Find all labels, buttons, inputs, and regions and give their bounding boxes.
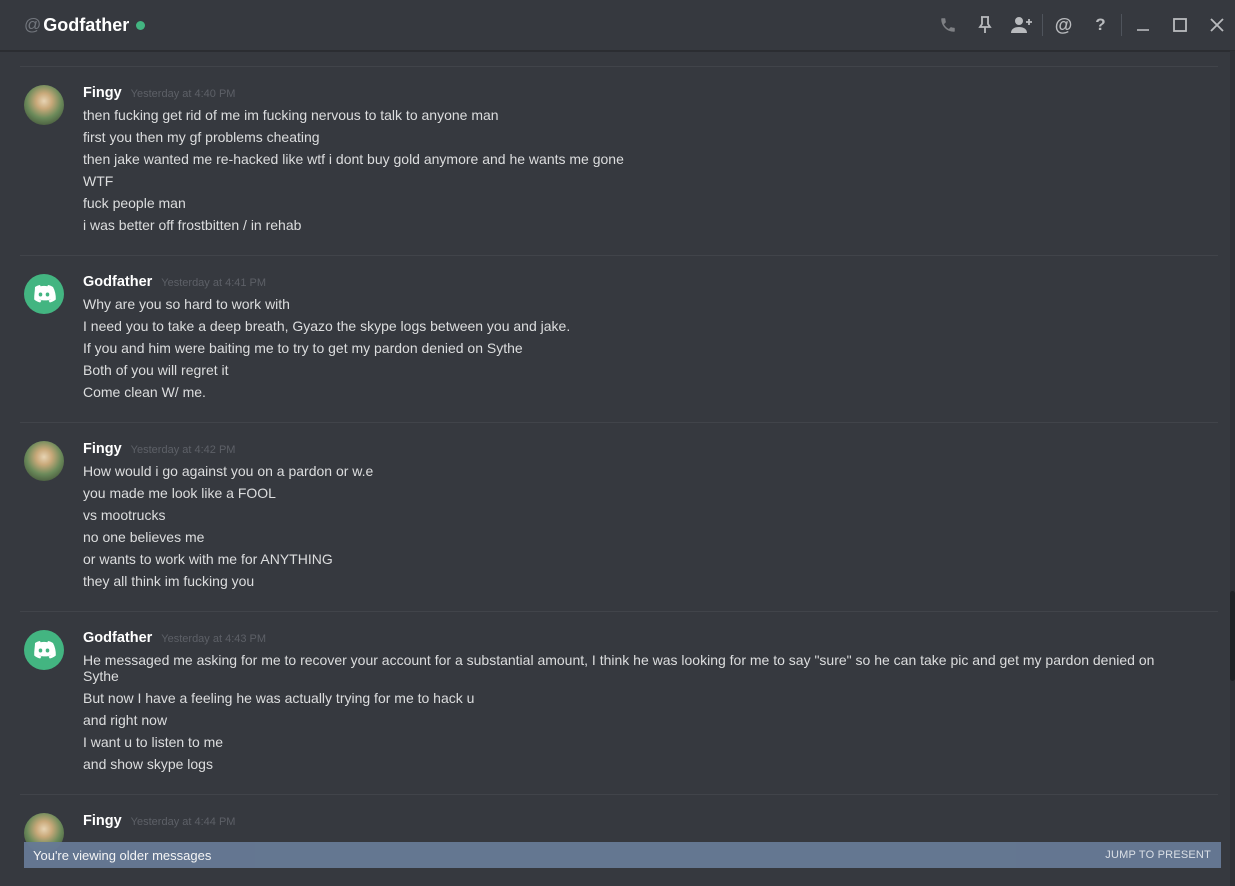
message-line: no one believes me bbox=[83, 529, 205, 545]
avatar[interactable] bbox=[24, 85, 64, 125]
message-line: Come clean W/ me. bbox=[83, 384, 206, 400]
older-messages-bar[interactable]: You're viewing older messages JUMP TO PR… bbox=[24, 842, 1221, 868]
message-line: But now I have a feeling he was actually… bbox=[83, 690, 475, 706]
channel-header: @ Godfather bbox=[24, 15, 146, 36]
toolbar-separator bbox=[1042, 14, 1043, 36]
message-body: then fucking get rid of me im fucking ne… bbox=[83, 107, 1173, 239]
message-line: Why are you so hard to work with bbox=[83, 296, 290, 312]
message-line: then fucking get rid of me im fucking ne… bbox=[83, 107, 499, 123]
online-status-dot bbox=[136, 20, 146, 30]
message-line: and show skype logs bbox=[83, 756, 213, 772]
help-icon[interactable]: ? bbox=[1082, 0, 1119, 50]
maximize-icon[interactable] bbox=[1161, 0, 1198, 50]
avatar[interactable] bbox=[24, 630, 64, 670]
scrollbar-thumb[interactable] bbox=[1230, 591, 1235, 681]
message-line: I need you to take a deep breath, Gyazo … bbox=[83, 318, 571, 334]
divider bbox=[20, 66, 1218, 67]
message-body: How would i go against you on a pardon o… bbox=[83, 463, 1173, 595]
message-header: Godfather Yesterday at 4:41 PM bbox=[83, 274, 266, 290]
author-name[interactable]: Godfather bbox=[83, 274, 152, 290]
divider bbox=[20, 611, 1218, 612]
discord-logo-icon bbox=[34, 641, 56, 659]
dm-recipient-name[interactable]: Godfather bbox=[43, 15, 129, 36]
author-name[interactable]: Fingy bbox=[83, 813, 122, 829]
message-line: He messaged me asking for me to recover … bbox=[83, 652, 1155, 684]
message-line: If you and him were baiting me to try to… bbox=[83, 340, 523, 356]
mention-icon[interactable]: @ bbox=[1045, 0, 1082, 50]
timestamp: Yesterday at 4:44 PM bbox=[130, 816, 236, 828]
pin-icon[interactable] bbox=[966, 0, 1003, 50]
at-symbol: @ bbox=[24, 15, 42, 34]
message-line: you made me look like a FOOL bbox=[83, 485, 276, 501]
timestamp: Yesterday at 4:43 PM bbox=[161, 633, 267, 645]
discord-logo-icon bbox=[34, 285, 56, 303]
minimize-icon[interactable] bbox=[1124, 0, 1161, 50]
timestamp: Yesterday at 4:42 PM bbox=[130, 444, 236, 456]
timestamp: Yesterday at 4:40 PM bbox=[130, 88, 236, 100]
message-list[interactable]: Fingy Yesterday at 4:40 PM then fucking … bbox=[0, 51, 1228, 886]
add-friend-icon[interactable] bbox=[1003, 0, 1040, 50]
message-header: Fingy Yesterday at 4:42 PM bbox=[83, 441, 235, 457]
message-line: I want u to listen to me bbox=[83, 734, 224, 750]
avatar[interactable] bbox=[24, 441, 64, 481]
close-icon[interactable] bbox=[1198, 0, 1235, 50]
dm-window: @ Godfather @ ? Fingy Yesterday at 4:40 … bbox=[0, 0, 1235, 886]
avatar[interactable] bbox=[24, 274, 64, 314]
message-header: Godfather Yesterday at 4:43 PM bbox=[83, 630, 266, 646]
title-bar: @ Godfather @ ? bbox=[0, 0, 1235, 51]
scrollbar-track[interactable] bbox=[1230, 51, 1235, 886]
divider bbox=[20, 794, 1218, 795]
message-line: Both of you will regret it bbox=[83, 362, 229, 378]
message-line: they all think im fucking you bbox=[83, 573, 255, 589]
message-body: Why are you so hard to work with I need … bbox=[83, 296, 1173, 406]
message-line: fuck people man bbox=[83, 195, 186, 211]
message-line: or wants to work with me for ANYTHING bbox=[83, 551, 333, 567]
phone-icon[interactable] bbox=[929, 0, 966, 50]
divider bbox=[20, 422, 1218, 423]
message-line: WTF bbox=[83, 173, 114, 189]
author-name[interactable]: Fingy bbox=[83, 85, 122, 101]
message-line: vs mootrucks bbox=[83, 507, 166, 523]
author-name[interactable]: Godfather bbox=[83, 630, 152, 646]
message-line: then jake wanted me re-hacked like wtf i… bbox=[83, 151, 624, 167]
message-body: He messaged me asking for me to recover … bbox=[83, 652, 1173, 778]
older-messages-text: You're viewing older messages bbox=[33, 847, 212, 863]
jump-to-present-button[interactable]: JUMP TO PRESENT bbox=[1105, 849, 1211, 861]
toolbar: @ ? bbox=[929, 0, 1235, 50]
timestamp: Yesterday at 4:41 PM bbox=[161, 277, 267, 289]
message-line: and right now bbox=[83, 712, 168, 728]
message-header: Fingy Yesterday at 4:40 PM bbox=[83, 85, 235, 101]
author-name[interactable]: Fingy bbox=[83, 441, 122, 457]
message-line: i was better off frostbitten / in rehab bbox=[83, 217, 302, 233]
message-header: Fingy Yesterday at 4:44 PM bbox=[83, 813, 235, 829]
message-line: How would i go against you on a pardon o… bbox=[83, 463, 374, 479]
divider bbox=[20, 255, 1218, 256]
message-line: first you then my gf problems cheating bbox=[83, 129, 320, 145]
toolbar-separator bbox=[1121, 14, 1122, 36]
